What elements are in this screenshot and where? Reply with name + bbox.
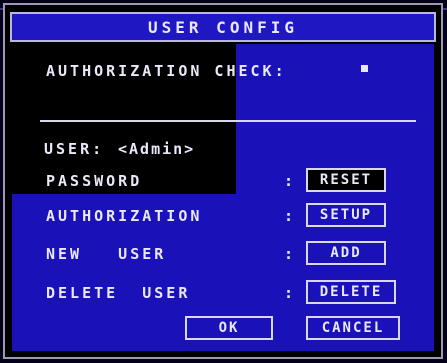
add-button[interactable]: ADD: [306, 241, 386, 265]
dialog-title: USER CONFIG: [148, 18, 298, 37]
title-bar: USER CONFIG: [10, 12, 436, 42]
delete-user-label: DELETE USER: [46, 284, 191, 302]
divider: [40, 120, 416, 122]
ok-button[interactable]: OK: [185, 316, 273, 340]
authorization-label: AUTHORIZATION: [46, 207, 203, 225]
setup-button[interactable]: SETUP: [306, 203, 386, 227]
user-value: <Admin>: [118, 140, 196, 158]
authorization-check-label: AUTHORIZATION CHECK:: [46, 62, 287, 80]
user-label: USER:: [44, 140, 105, 158]
new-user-colon: :: [284, 245, 294, 263]
authorization-colon: :: [284, 207, 294, 225]
password-colon: :: [284, 172, 294, 190]
cancel-button[interactable]: CANCEL: [306, 316, 400, 340]
reset-button[interactable]: RESET: [306, 168, 386, 192]
password-label: PASSWORD: [46, 172, 143, 190]
authorization-checkbox[interactable]: [361, 65, 368, 72]
delete-button[interactable]: DELETE: [306, 280, 396, 304]
delete-user-colon: :: [284, 284, 294, 302]
new-user-label: NEW USER: [46, 245, 167, 263]
